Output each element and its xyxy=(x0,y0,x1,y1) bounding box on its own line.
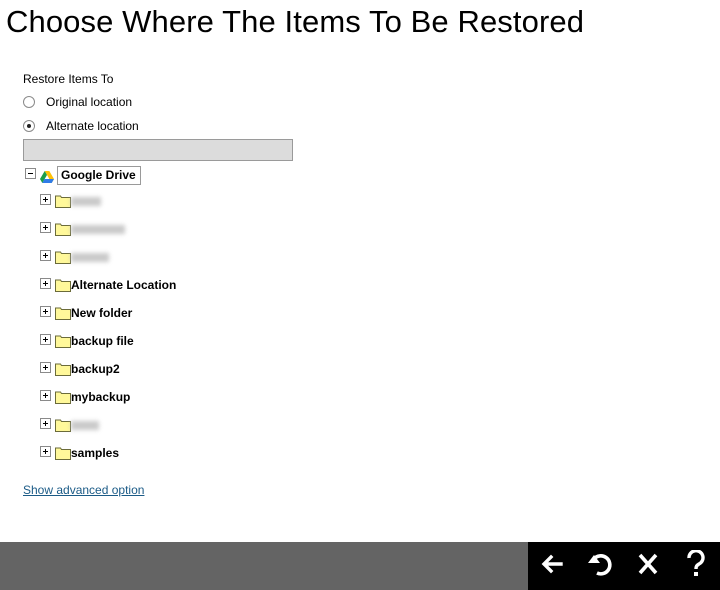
expand-toggle-icon[interactable] xyxy=(40,390,51,401)
alternate-location-label: Alternate location xyxy=(46,119,139,133)
original-location-option[interactable]: Original location xyxy=(23,94,132,110)
restore-destination-page: Choose Where The Items To Be Restored Re… xyxy=(0,0,720,590)
cancel-button[interactable] xyxy=(624,542,672,590)
folder-icon xyxy=(55,447,71,465)
folder-label: New folder xyxy=(71,306,133,320)
show-advanced-option-link[interactable]: Show advanced option xyxy=(23,483,144,497)
restore-items-to-label: Restore Items To xyxy=(23,72,114,86)
folder-icon xyxy=(55,195,71,213)
arrow-left-icon xyxy=(539,551,565,582)
question-icon xyxy=(686,548,706,583)
expand-toggle-icon[interactable] xyxy=(40,418,51,429)
folder-label: Alternate Location xyxy=(71,278,177,292)
expand-toggle-icon[interactable] xyxy=(40,362,51,373)
folder-label xyxy=(71,192,101,211)
collapse-toggle-icon[interactable] xyxy=(25,168,36,179)
folder-label: samples xyxy=(71,446,120,460)
close-icon xyxy=(637,552,659,581)
tree-root-label[interactable]: Google Drive xyxy=(57,166,141,185)
folder-label: backup2 xyxy=(71,362,120,376)
expand-toggle-icon[interactable] xyxy=(40,222,51,233)
expand-toggle-icon[interactable] xyxy=(40,334,51,345)
footer-action-group xyxy=(528,542,720,590)
folder-label xyxy=(71,220,125,239)
folder-label: mybackup xyxy=(71,390,131,404)
alternate-location-path-input[interactable] xyxy=(23,139,293,161)
folder-icon xyxy=(55,251,71,269)
folder-icon xyxy=(55,279,71,297)
restore-button[interactable] xyxy=(576,542,624,590)
folder-icon xyxy=(55,363,71,381)
redacted-name xyxy=(71,225,125,234)
undo-icon xyxy=(586,550,614,583)
help-button[interactable] xyxy=(672,542,720,590)
footer-bar xyxy=(0,542,720,590)
folder-label xyxy=(71,416,99,435)
redacted-name xyxy=(71,253,109,262)
redacted-name xyxy=(71,197,101,206)
folder-icon xyxy=(55,335,71,353)
original-location-radio[interactable] xyxy=(23,96,35,108)
folder-icon xyxy=(55,307,71,325)
back-button[interactable] xyxy=(528,542,576,590)
expand-toggle-icon[interactable] xyxy=(40,194,51,205)
google-drive-icon xyxy=(40,170,54,188)
redacted-name xyxy=(71,421,99,430)
folder-label xyxy=(71,248,109,267)
original-location-label: Original location xyxy=(46,95,133,109)
expand-toggle-icon[interactable] xyxy=(40,250,51,261)
folder-icon xyxy=(55,419,71,437)
alternate-location-radio[interactable] xyxy=(23,120,35,132)
folder-icon xyxy=(55,391,71,409)
folder-icon xyxy=(55,223,71,241)
expand-toggle-icon[interactable] xyxy=(40,306,51,317)
page-title: Choose Where The Items To Be Restored xyxy=(6,4,585,39)
expand-toggle-icon[interactable] xyxy=(40,278,51,289)
alternate-location-option[interactable]: Alternate location xyxy=(23,118,139,134)
expand-toggle-icon[interactable] xyxy=(40,446,51,457)
folder-label: backup file xyxy=(71,334,134,348)
